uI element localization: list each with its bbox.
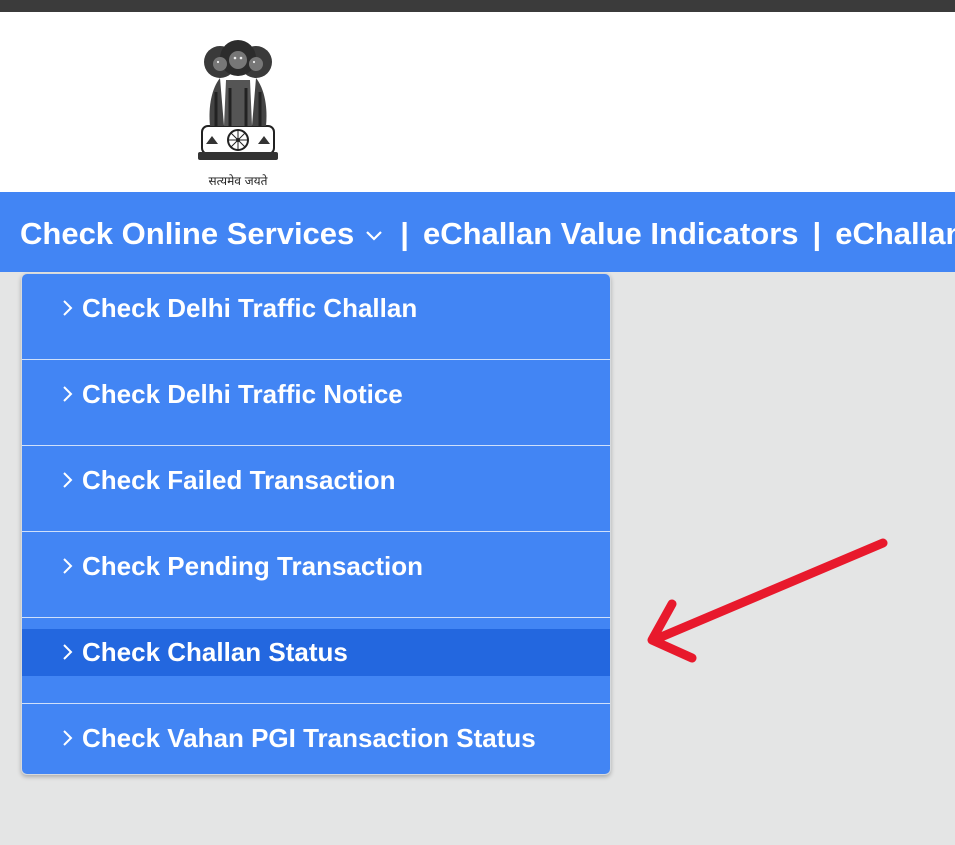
nav-separator: |	[812, 216, 822, 251]
dropdown-item-label: Check Pending Transaction	[82, 551, 423, 581]
nav-item-label: Check Online Services	[20, 216, 355, 251]
chevron-right-icon	[63, 730, 73, 746]
online-services-dropdown: Check Delhi Traffic Challan Check Delhi …	[21, 273, 611, 775]
dropdown-item-check-vahan-pgi-transaction-status[interactable]: Check Vahan PGI Transaction Status	[22, 704, 610, 774]
nav-echallan-value-indicators[interactable]: eChallan Value Indicators	[423, 214, 799, 254]
dropdown-item-label: Check Failed Transaction	[82, 465, 396, 495]
dropdown-item-check-pending-transaction[interactable]: Check Pending Transaction	[22, 532, 610, 618]
main-navbar: Check Online Services | eChallan Value I…	[0, 192, 955, 272]
chevron-right-icon	[63, 472, 73, 488]
nav-check-online-services[interactable]: Check Online Services	[20, 214, 354, 254]
red-arrow-icon	[647, 538, 888, 663]
dropdown-item-check-delhi-traffic-notice[interactable]: Check Delhi Traffic Notice	[22, 360, 610, 446]
nav-separator: |	[400, 216, 409, 251]
dropdown-item-label: Check Challan Status	[82, 637, 348, 667]
dropdown-item-label: Check Delhi Traffic Challan	[82, 293, 418, 323]
site-header: सत्यमेव जयते	[0, 12, 955, 192]
nav-echallan[interactable]: eChallan	[835, 214, 955, 254]
chevron-right-icon	[63, 558, 73, 574]
nav-item-label: eChallan	[835, 216, 955, 251]
chevron-down-icon[interactable]	[362, 223, 386, 247]
dropdown-item-check-failed-transaction[interactable]: Check Failed Transaction	[22, 446, 610, 532]
emblem-motto: सत्यमेव जयते	[208, 174, 268, 188]
dropdown-item-check-delhi-traffic-challan[interactable]: Check Delhi Traffic Challan	[22, 274, 610, 360]
browser-top-strip	[0, 0, 955, 12]
dropdown-item-check-challan-status[interactable]: Check Challan Status	[22, 618, 610, 704]
chevron-right-icon	[63, 300, 73, 316]
chevron-right-icon	[63, 644, 73, 660]
chevron-right-icon	[63, 386, 73, 402]
dropdown-item-label: Check Vahan PGI Transaction Status	[82, 723, 536, 753]
nav-item-label: eChallan Value Indicators	[422, 216, 799, 251]
ashoka-emblem-icon: सत्यमेव जयते	[190, 28, 286, 188]
dropdown-item-label: Check Delhi Traffic Notice	[82, 379, 403, 409]
